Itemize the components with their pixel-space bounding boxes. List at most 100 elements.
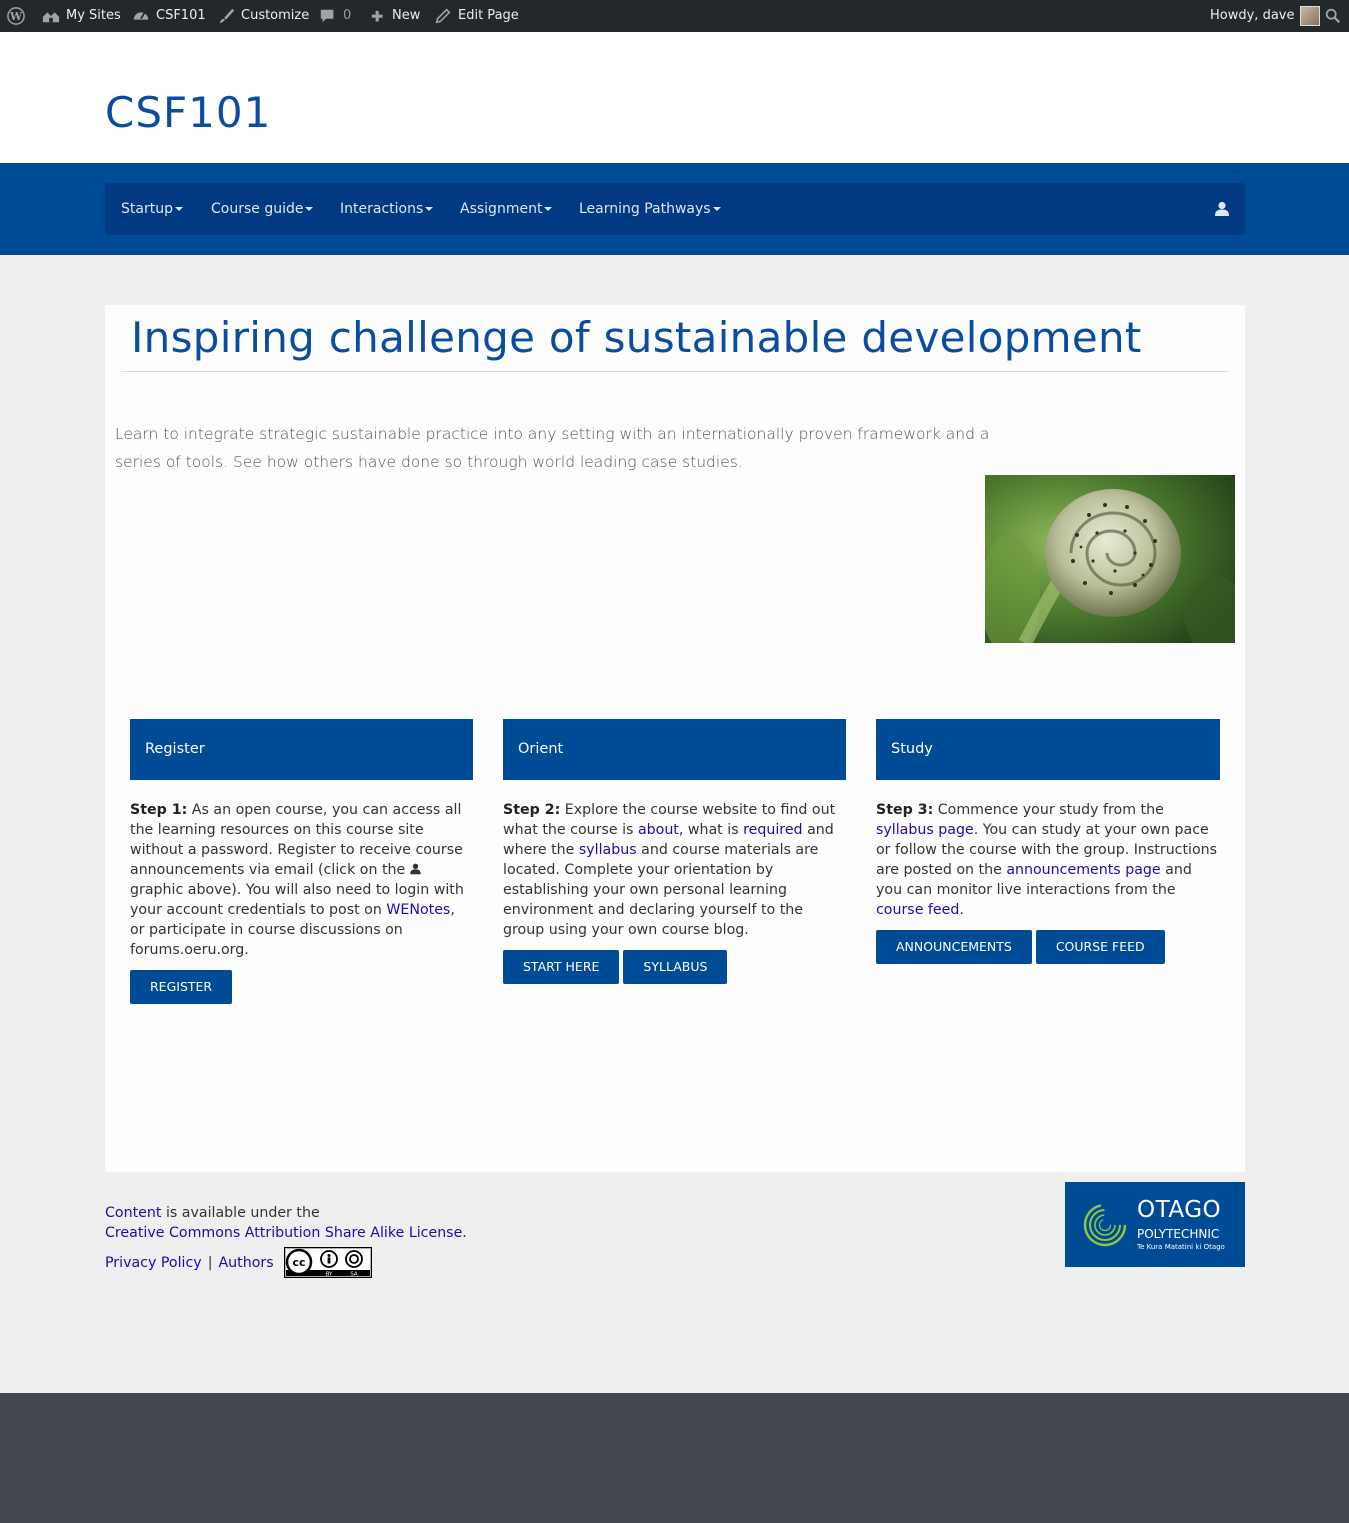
footer-license: Content is available under the Creative … bbox=[105, 1203, 467, 1278]
step-3-label: Step 3: bbox=[876, 802, 934, 818]
svg-text:W: W bbox=[9, 10, 23, 23]
page-title: Inspiring challenge of sustainable devel… bbox=[131, 313, 1142, 362]
otago-tagline: Te Kura Matatini ki Otago bbox=[1136, 1243, 1225, 1251]
orient-buttons: START HERE SYLLABUS bbox=[503, 950, 846, 984]
syllabus-page-link[interactable]: syllabus page bbox=[876, 822, 974, 838]
brush-icon bbox=[219, 8, 235, 24]
study-text-a: Commence your study from the bbox=[933, 802, 1164, 818]
nav-learning-pathways[interactable]: Learning Pathways bbox=[579, 183, 721, 235]
register-text: Step 1: As an open course, you can acces… bbox=[130, 800, 473, 960]
content-panel: Inspiring challenge of sustainable devel… bbox=[105, 305, 1245, 1172]
comments-count: 0 bbox=[343, 8, 352, 23]
syllabus-link[interactable]: syllabus bbox=[579, 842, 637, 858]
avatar bbox=[1300, 6, 1321, 26]
register-button[interactable]: REGISTER bbox=[130, 970, 233, 1004]
site-name-menu[interactable]: CSF101 bbox=[132, 0, 206, 32]
caret-down-icon bbox=[544, 207, 553, 211]
new-content-menu[interactable]: New bbox=[368, 0, 420, 32]
caret-down-icon bbox=[305, 207, 314, 211]
course-feed-link[interactable]: course feed bbox=[876, 902, 959, 918]
customize-link[interactable]: Customize bbox=[217, 0, 309, 32]
about-link[interactable]: about bbox=[638, 822, 679, 838]
nav-startup[interactable]: Startup bbox=[121, 183, 183, 235]
site-header: CSF101 bbox=[0, 32, 1349, 163]
orient-text-b: , what is bbox=[678, 822, 744, 838]
greeting-label: Howdy, dave bbox=[1210, 8, 1295, 23]
nav-assignment-label: Assignment bbox=[460, 201, 543, 217]
wenotes-link[interactable]: WENotes bbox=[386, 902, 450, 918]
cc-by-sa-badge-icon[interactable]: cc BY SA bbox=[283, 1247, 372, 1278]
otago-polytechnic-logo[interactable]: OTAGO POLYTECHNIC Te Kura Matatini ki Ot… bbox=[1065, 1182, 1245, 1267]
bottom-band bbox=[0, 1393, 1349, 1523]
cc-by-label: BY bbox=[325, 1271, 332, 1277]
announcements-page-link[interactable]: announcements page bbox=[1006, 862, 1160, 878]
wordpress-logo[interactable]: W bbox=[7, 0, 25, 32]
caret-down-icon bbox=[425, 207, 434, 211]
edit-page-link[interactable]: Edit Page bbox=[434, 0, 519, 32]
study-buttons: ANNOUNCEMENTS COURSE FEED bbox=[876, 930, 1220, 964]
admin-bar: W My Sites CSF101 Customize 0 New Edit P… bbox=[0, 0, 1349, 32]
caret-down-icon bbox=[712, 207, 721, 211]
account-menu[interactable]: Howdy, dave bbox=[1210, 0, 1321, 32]
nav-course-guide-label: Course guide bbox=[211, 201, 304, 217]
nav-assignment[interactable]: Assignment bbox=[460, 183, 553, 235]
site-name-label: CSF101 bbox=[156, 8, 206, 23]
comment-icon bbox=[320, 9, 334, 23]
dashboard-icon bbox=[133, 11, 149, 20]
fern-koru-picture bbox=[985, 475, 1235, 643]
navigation-band: Startup Course guide Interactions Assign… bbox=[0, 163, 1349, 255]
course-feed-button[interactable]: COURSE FEED bbox=[1035, 930, 1165, 964]
user-icon[interactable] bbox=[1215, 201, 1229, 217]
caret-down-icon bbox=[174, 207, 183, 211]
study-column: Study Step 3: Commence your study from t… bbox=[876, 719, 1220, 964]
register-heading: Register bbox=[130, 719, 473, 780]
otago-polytechnic-logo-art: OTAGO POLYTECHNIC Te Kura Matatini ki Ot… bbox=[1083, 1197, 1225, 1251]
nav-interactions[interactable]: Interactions bbox=[340, 183, 434, 235]
comments-link[interactable]: 0 bbox=[319, 0, 351, 32]
announcements-button[interactable]: ANNOUNCEMENTS bbox=[876, 930, 1032, 964]
search-icon bbox=[1325, 8, 1341, 24]
edit-page-label: Edit Page bbox=[458, 8, 519, 23]
register-column: Register Step 1: As an open course, you … bbox=[130, 719, 473, 1004]
footer-separator: | bbox=[207, 1254, 213, 1271]
start-here-button[interactable]: START HERE bbox=[503, 950, 620, 984]
syllabus-button[interactable]: SYLLABUS bbox=[623, 950, 728, 984]
privacy-policy-link[interactable]: Privacy Policy bbox=[105, 1253, 202, 1273]
wordpress-icon: W bbox=[7, 7, 25, 25]
new-label: New bbox=[392, 8, 421, 23]
nav-learning-pathways-label: Learning Pathways bbox=[579, 201, 711, 217]
study-heading: Study bbox=[876, 719, 1220, 780]
otago-sub: POLYTECHNIC bbox=[1137, 1227, 1219, 1241]
customize-label: Customize bbox=[241, 8, 310, 23]
main-navigation: Startup Course guide Interactions Assign… bbox=[105, 183, 1245, 235]
pencil-icon bbox=[435, 8, 451, 24]
intro-text: Learn to integrate strategic sustainable… bbox=[115, 425, 990, 471]
orient-text: Step 2: Explore the course website to fi… bbox=[503, 800, 846, 940]
orient-column: Orient Step 2: Explore the course websit… bbox=[503, 719, 846, 984]
plus-icon bbox=[371, 10, 383, 22]
site-title[interactable]: CSF101 bbox=[105, 88, 271, 137]
cc-sa-label: SA bbox=[350, 1271, 358, 1277]
title-divider bbox=[121, 371, 1229, 372]
user-icon bbox=[410, 863, 421, 875]
nav-interactions-label: Interactions bbox=[340, 201, 424, 217]
license-link[interactable]: Creative Commons Attribution Share Alike… bbox=[105, 1225, 467, 1241]
nav-course-guide[interactable]: Course guide bbox=[211, 183, 314, 235]
nav-startup-label: Startup bbox=[121, 201, 173, 217]
my-sites-icon bbox=[42, 12, 60, 23]
otago-name: OTAGO bbox=[1137, 1197, 1221, 1223]
step-2-label: Step 2: bbox=[503, 802, 561, 818]
content-link[interactable]: Content bbox=[105, 1205, 161, 1221]
search-button[interactable] bbox=[1324, 0, 1342, 32]
my-sites-label: My Sites bbox=[66, 8, 121, 23]
register-buttons: REGISTER bbox=[130, 970, 473, 1004]
orient-heading: Orient bbox=[503, 719, 846, 780]
fern-image bbox=[985, 475, 1235, 643]
svg-text:cc: cc bbox=[292, 1256, 305, 1269]
available-text: is available under the bbox=[161, 1205, 320, 1221]
study-text: Step 3: Commence your study from the syl… bbox=[876, 800, 1220, 920]
required-link[interactable]: required bbox=[743, 822, 802, 838]
my-sites-menu[interactable]: My Sites bbox=[42, 0, 121, 32]
authors-link[interactable]: Authors bbox=[218, 1253, 273, 1273]
study-text-d: . bbox=[959, 902, 964, 918]
